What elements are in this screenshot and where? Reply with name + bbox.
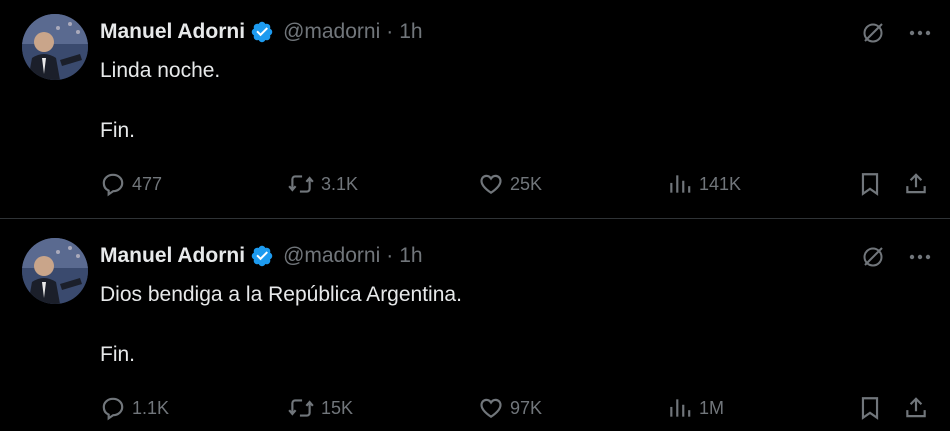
retweet-icon xyxy=(288,175,314,193)
separator-dot: · xyxy=(386,20,394,43)
share-icon xyxy=(906,397,926,418)
tweet-text-line: Dios bendiga a la República Argentina. xyxy=(100,283,462,306)
reply-button[interactable]: 477 xyxy=(100,169,162,199)
views-button[interactable]: 1M xyxy=(667,393,724,423)
bookmark-icon xyxy=(861,173,879,196)
like-button[interactable]: 97K xyxy=(478,393,542,423)
verified-badge-icon xyxy=(251,245,273,267)
bookmark-button[interactable] xyxy=(858,169,888,199)
more-icon[interactable] xyxy=(908,245,932,269)
timestamp[interactable]: 1h xyxy=(399,20,422,44)
author-name[interactable]: Manuel Adorni xyxy=(100,244,245,268)
tweet[interactable]: Manuel Adorni @madorni · 1h Dios bendiga… xyxy=(0,220,950,431)
tweet-actions: 477 3.1K 25K 141K xyxy=(100,169,935,199)
like-button[interactable]: 25K xyxy=(478,169,542,199)
separator-dot: · xyxy=(386,244,394,267)
share-button[interactable] xyxy=(903,393,935,423)
tweet-top-actions xyxy=(860,20,932,46)
reply-icon xyxy=(102,173,124,197)
tweet[interactable]: Manuel Adorni @madorni · 1h Linda noche.… xyxy=(0,0,950,219)
views-chart-icon xyxy=(670,399,691,417)
tweet-header: Manuel Adorni @madorni · 1h xyxy=(100,19,423,45)
retweet-button[interactable]: 15K xyxy=(287,393,353,423)
reply-icon xyxy=(102,397,124,421)
tweet-text-line: Fin. xyxy=(100,119,136,142)
tweet-top-actions xyxy=(860,244,932,270)
retweet-icon xyxy=(288,399,314,417)
reply-count: 477 xyxy=(132,173,163,194)
like-count: 97K xyxy=(510,397,543,418)
tweet-header: Manuel Adorni @madorni · 1h xyxy=(100,243,423,269)
reply-count: 1.1K xyxy=(132,397,170,418)
grok-icon[interactable] xyxy=(860,244,886,270)
bookmark-button[interactable] xyxy=(858,393,888,423)
views-chart-icon xyxy=(670,175,691,193)
tweet-text-line: Linda noche. xyxy=(100,59,221,82)
heart-icon xyxy=(480,398,502,418)
retweet-count: 3.1K xyxy=(321,173,359,194)
tweet-text: Linda noche. Fin. xyxy=(100,56,220,146)
views-count: 141K xyxy=(699,173,742,194)
avatar[interactable] xyxy=(22,238,88,304)
tweet-actions: 1.1K 15K 97K 1M xyxy=(100,393,935,423)
verified-badge-icon xyxy=(251,21,273,43)
retweet-count: 15K xyxy=(321,397,354,418)
heart-icon xyxy=(480,174,502,194)
author-name[interactable]: Manuel Adorni xyxy=(100,20,245,44)
retweet-button[interactable]: 3.1K xyxy=(287,169,358,199)
avatar[interactable] xyxy=(22,14,88,80)
timestamp[interactable]: 1h xyxy=(399,244,422,268)
author-handle[interactable]: @madorni xyxy=(283,20,380,44)
views-count: 1M xyxy=(699,397,725,418)
share-button[interactable] xyxy=(903,169,935,199)
bookmark-icon xyxy=(861,397,879,420)
more-icon[interactable] xyxy=(908,21,932,45)
tweet-text-line: Fin. xyxy=(100,343,136,366)
like-count: 25K xyxy=(510,173,543,194)
reply-button[interactable]: 1.1K xyxy=(100,393,169,423)
grok-icon[interactable] xyxy=(860,20,886,46)
author-handle[interactable]: @madorni xyxy=(283,244,380,268)
share-icon xyxy=(906,173,926,194)
views-button[interactable]: 141K xyxy=(667,169,741,199)
tweet-text: Dios bendiga a la República Argentina. F… xyxy=(100,280,462,370)
